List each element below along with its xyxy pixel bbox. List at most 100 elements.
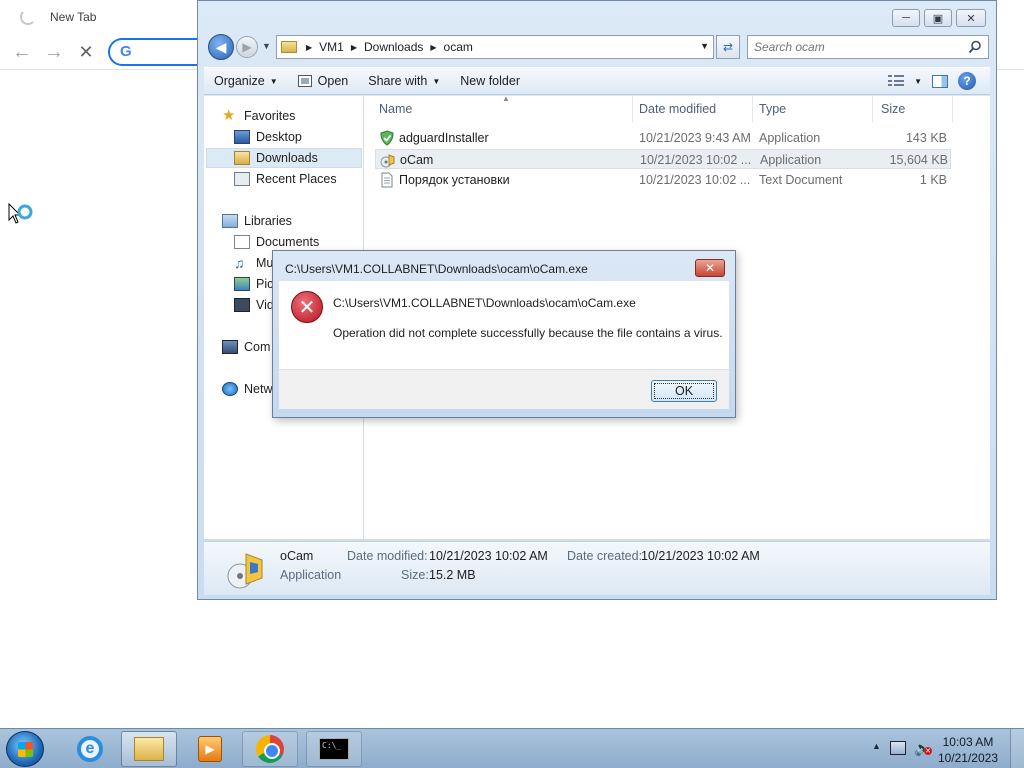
- chrome-tab-title: New Tab: [50, 10, 97, 24]
- nav-documents[interactable]: Documents: [234, 232, 319, 252]
- chevron-down-icon[interactable]: ▼: [914, 77, 922, 86]
- view-controls: ▼ ?: [888, 72, 990, 90]
- file-type: Application: [760, 153, 822, 167]
- recent-places-icon: [234, 172, 250, 186]
- network-status-icon[interactable]: [890, 741, 906, 755]
- star-icon: ★: [222, 107, 236, 124]
- change-view-icon[interactable]: [888, 75, 905, 87]
- minimize-button[interactable]: ─: [892, 9, 920, 27]
- column-header-size[interactable]: Size: [873, 96, 953, 122]
- nav-desktop[interactable]: Desktop: [234, 127, 302, 147]
- arrow-left-icon[interactable]: ←: [10, 40, 34, 64]
- details-date-modified-label: Date modified:: [347, 549, 428, 563]
- taskbar-windows-explorer[interactable]: [121, 731, 177, 767]
- forward-button[interactable]: ▶: [236, 36, 258, 58]
- file-row[interactable]: oCam 10/21/2023 10:02 ... Application 15…: [375, 149, 951, 169]
- chevron-down-icon: ▼: [269, 76, 278, 86]
- breadcrumb-vm1[interactable]: VM1: [319, 40, 344, 54]
- file-name: Порядок установки: [399, 173, 510, 187]
- maximize-button[interactable]: ▣: [924, 9, 952, 27]
- address-bar[interactable]: ▶ VM1 ▶ Downloads ▶ ocam ▼: [276, 35, 714, 59]
- system-tray: ▲ 🔈 ✕ 10:03 AM 10/21/2023: [864, 729, 1024, 768]
- help-icon[interactable]: ?: [958, 72, 976, 90]
- recent-pages-dropdown-icon[interactable]: ▼: [262, 41, 271, 51]
- show-desktop-button[interactable]: [1010, 729, 1024, 768]
- nav-documents-label: Documents: [256, 235, 320, 249]
- new-folder-button[interactable]: New folder: [450, 69, 530, 93]
- loading-spinner-icon: [20, 9, 36, 25]
- open-button[interactable]: Open: [288, 69, 359, 93]
- search-box: [747, 35, 989, 59]
- taskbar-chrome[interactable]: [242, 731, 298, 767]
- organize-label: Organize: [214, 74, 265, 88]
- breadcrumb-separator-icon: ▶: [350, 42, 357, 52]
- share-with-label: Share with: [368, 74, 428, 88]
- nav-downloads-label: Downloads: [256, 151, 318, 165]
- ok-button[interactable]: OK: [651, 380, 717, 402]
- nav-music[interactable]: ♫ Mu: [234, 253, 273, 273]
- share-with-button[interactable]: Share with ▼: [358, 69, 450, 93]
- address-row: ◀ ▶ ▼ ▶ VM1 ▶ Downloads ▶ ocam ▼ ⇄: [206, 33, 990, 61]
- dialog-file-path: C:\Users\VM1.COLLABNET\Downloads\ocam\oC…: [333, 296, 636, 310]
- breadcrumb-downloads[interactable]: Downloads: [364, 40, 423, 54]
- start-button[interactable]: [6, 731, 44, 767]
- column-header-name[interactable]: ▲ Name: [365, 94, 633, 122]
- search-input[interactable]: [754, 37, 964, 57]
- documents-icon: [234, 235, 250, 249]
- google-logo-icon: G: [120, 43, 132, 60]
- organize-button[interactable]: Organize ▼: [204, 69, 288, 93]
- videos-icon: [234, 298, 250, 312]
- close-icon[interactable]: ✕: [74, 40, 98, 64]
- file-type: Application: [759, 131, 821, 145]
- column-name-label: Name: [379, 102, 413, 116]
- dialog-footer: OK: [279, 369, 729, 409]
- taskbar-internet-explorer[interactable]: e: [62, 731, 118, 767]
- sort-ascending-icon: ▲: [502, 94, 510, 103]
- details-date-created-label: Date created:: [567, 549, 643, 563]
- address-dropdown-icon[interactable]: ▼: [700, 41, 709, 51]
- taskbar-command-prompt[interactable]: C:\_: [306, 731, 362, 767]
- column-size-label: Size: [881, 102, 906, 116]
- details-size: 15.2 MB: [429, 568, 476, 582]
- file-size: 143 KB: [905, 131, 947, 145]
- dialog-body: ✕ C:\Users\VM1.COLLABNET\Downloads\ocam\…: [279, 281, 729, 369]
- nav-recent-places[interactable]: Recent Places: [234, 169, 337, 189]
- nav-libraries[interactable]: Libraries: [222, 211, 292, 231]
- column-header-type[interactable]: Type: [753, 96, 873, 122]
- file-row[interactable]: adguardInstaller 10/21/2023 9:43 AM Appl…: [375, 128, 951, 148]
- column-date-label: Date modified: [639, 102, 717, 116]
- nav-computer[interactable]: Com: [222, 337, 270, 357]
- arrow-right-icon[interactable]: →: [42, 40, 66, 64]
- column-header-date-modified[interactable]: Date modified: [633, 96, 753, 122]
- taskbar-media-player[interactable]: ▶: [182, 731, 238, 767]
- chevron-down-icon: ▼: [432, 76, 441, 86]
- nav-network[interactable]: Netw: [222, 379, 272, 399]
- nav-videos[interactable]: Vid: [234, 295, 274, 315]
- file-name: oCam: [400, 153, 434, 167]
- back-button[interactable]: ◀: [208, 34, 234, 60]
- nav-downloads[interactable]: Downloads: [206, 148, 362, 168]
- clock-date: 10/21/2023: [937, 751, 998, 765]
- command-prompt-icon: C:\_: [319, 738, 349, 760]
- open-icon: [297, 75, 312, 87]
- nav-pictures-label: Pic: [256, 277, 274, 291]
- new-folder-label: New folder: [460, 74, 520, 88]
- downloads-folder-icon: [234, 151, 250, 165]
- dialog-close-button[interactable]: ✕: [695, 259, 725, 277]
- details-file-type: Application: [280, 568, 342, 582]
- nav-pictures[interactable]: Pic: [234, 274, 273, 294]
- breadcrumb-ocam[interactable]: ocam: [444, 40, 473, 54]
- clock[interactable]: 10:03 AM 10/21/2023: [938, 734, 998, 766]
- show-hidden-icons-icon[interactable]: ▲: [872, 741, 881, 751]
- file-date: 10/21/2023 9:43 AM: [639, 131, 751, 145]
- refresh-button[interactable]: ⇄: [716, 35, 740, 59]
- installer-icon: [227, 553, 263, 589]
- muted-badge-icon: ✕: [924, 747, 932, 755]
- close-window-button[interactable]: ✕: [956, 9, 986, 27]
- desktop-icon: [234, 130, 250, 144]
- search-icon[interactable]: [968, 40, 982, 54]
- file-row[interactable]: Порядок установки 10/21/2023 10:02 ... T…: [375, 170, 951, 190]
- preview-pane-icon[interactable]: [932, 74, 948, 88]
- nav-favorites[interactable]: ★ Favorites: [222, 106, 295, 126]
- chrome-tab[interactable]: New Tab: [12, 4, 198, 30]
